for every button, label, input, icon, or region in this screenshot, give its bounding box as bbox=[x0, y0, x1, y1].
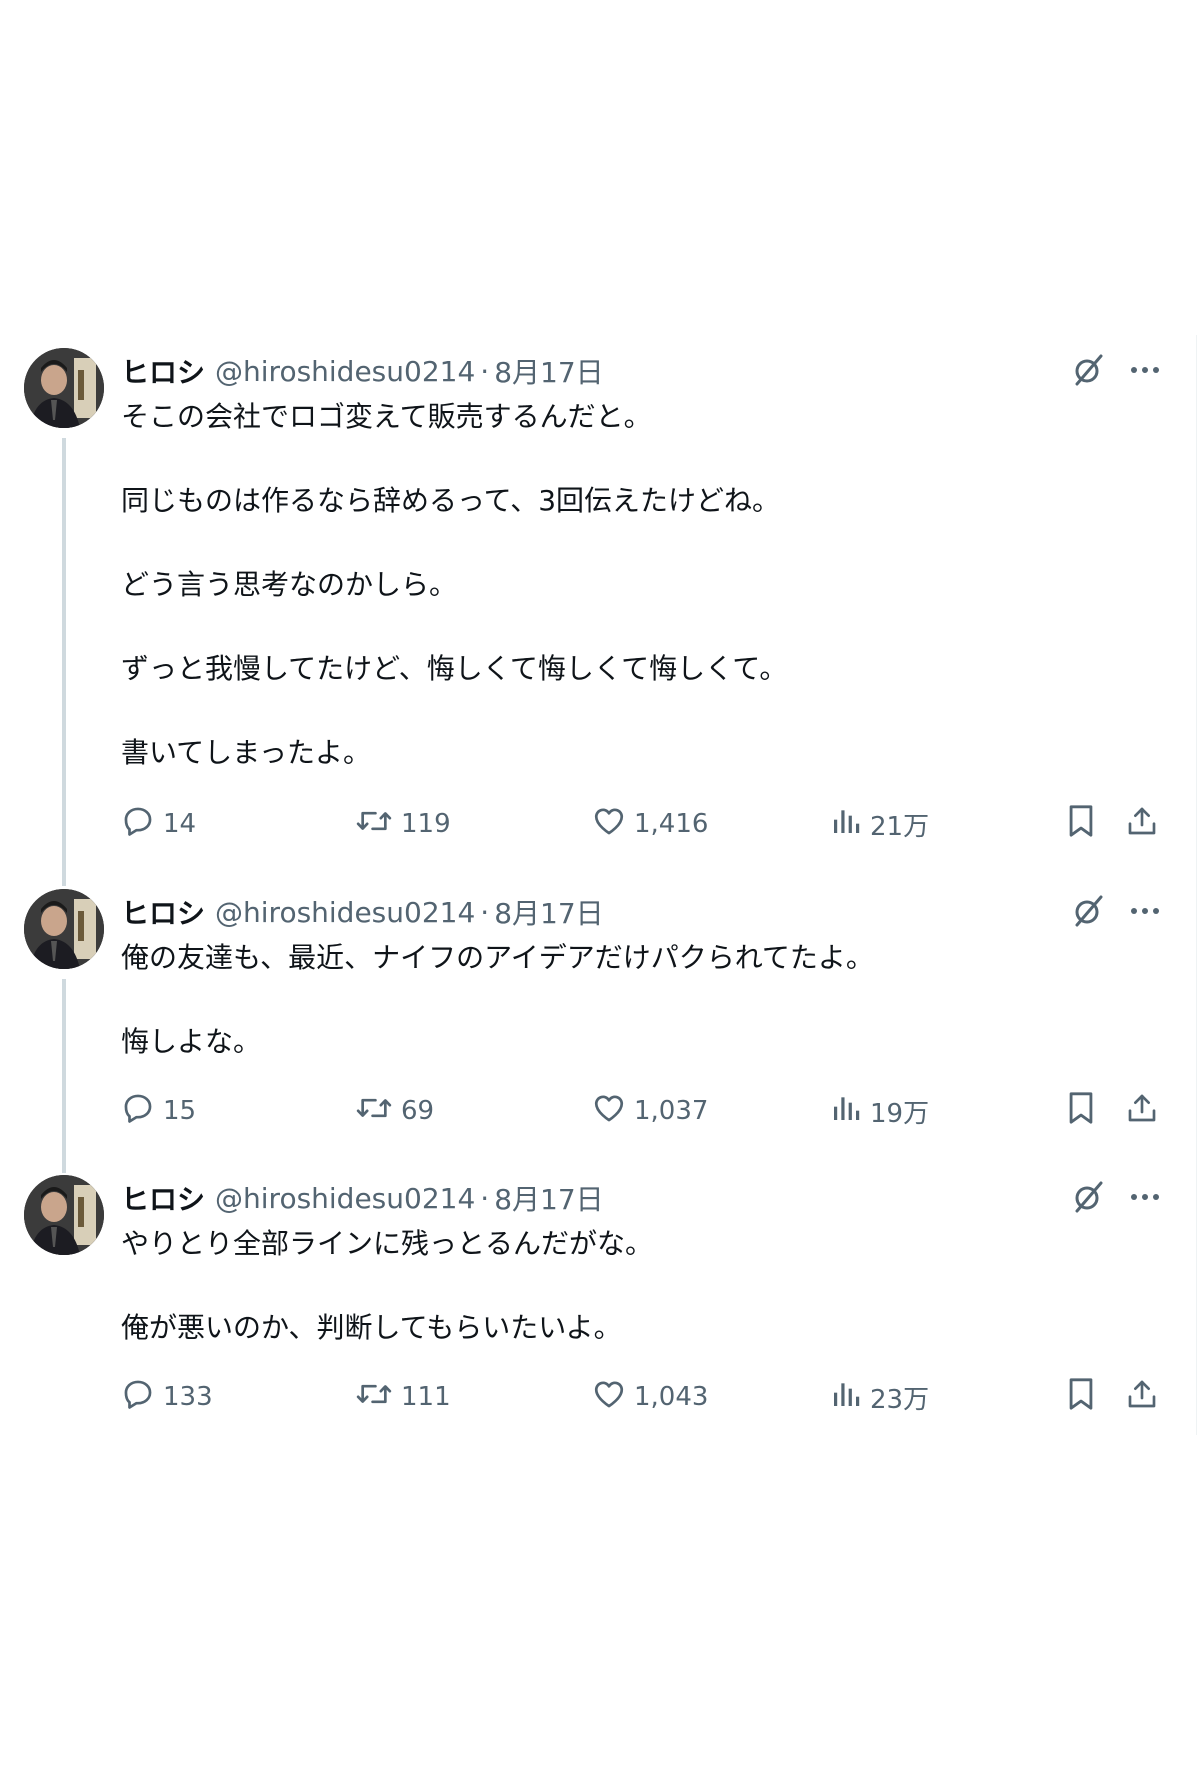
tweet-header: ヒロシ @hiroshidesu0214 · 8月17日 bbox=[121, 351, 604, 391]
like-icon bbox=[592, 804, 626, 845]
post-date[interactable]: 8月17日 bbox=[494, 351, 603, 391]
reply-icon bbox=[121, 1377, 155, 1418]
tweet-actions: 14 119 1,416 21万 bbox=[0, 804, 1196, 844]
like-button[interactable]: 1,416 bbox=[592, 804, 708, 844]
tweet-paragraph: 書いてしまったよ。 bbox=[121, 736, 372, 769]
grok-icon[interactable] bbox=[1070, 1179, 1106, 1215]
bookmark-icon bbox=[1066, 804, 1096, 845]
bookmark-button[interactable] bbox=[1066, 1377, 1096, 1417]
tweet-text: 俺の友達も、最近、ナイフのアイデアだけパクられてたよ。 悔しよな。 bbox=[121, 937, 1161, 1063]
separator: · bbox=[480, 1181, 490, 1215]
tweet-paragraph: 俺が悪いのか、判断してもらいたいよ。 bbox=[121, 1311, 622, 1344]
views-icon bbox=[830, 1092, 862, 1131]
like-icon bbox=[592, 1377, 626, 1418]
reply-count: 133 bbox=[163, 1382, 213, 1412]
like-count: 1,037 bbox=[634, 1096, 709, 1126]
views-count: 23万 bbox=[870, 1384, 930, 1415]
like-icon bbox=[592, 1091, 626, 1132]
tweet-paragraph: 悔しよな。 bbox=[121, 1025, 262, 1058]
views-count: 21万 bbox=[870, 811, 930, 842]
display-name[interactable]: ヒロシ bbox=[121, 1178, 205, 1218]
tweet-paragraph: ずっと我慢してたけど、悔しくて悔しくて悔しくて。 bbox=[121, 652, 788, 685]
user-handle[interactable]: @hiroshidesu0214 bbox=[215, 355, 475, 388]
tweet-top-actions bbox=[1070, 352, 1160, 388]
retweet-icon bbox=[355, 1091, 393, 1132]
user-handle[interactable]: @hiroshidesu0214 bbox=[215, 1182, 475, 1215]
tweet-header: ヒロシ @hiroshidesu0214 · 8月17日 bbox=[121, 1178, 604, 1218]
tweet-3: ヒロシ @hiroshidesu0214 · 8月17日 やりとり全部ラインに残… bbox=[0, 1175, 1196, 1425]
share-button[interactable] bbox=[1126, 1091, 1158, 1131]
retweet-button[interactable]: 69 bbox=[355, 1091, 434, 1131]
tweet-actions: 133 111 1,043 23万 bbox=[0, 1377, 1196, 1417]
tweet-actions: 15 69 1,037 19万 bbox=[0, 1091, 1196, 1131]
bookmark-icon bbox=[1066, 1377, 1096, 1418]
retweet-icon bbox=[355, 1377, 393, 1418]
grok-icon[interactable] bbox=[1070, 893, 1106, 929]
tweet-paragraph: やりとり全部ラインに残っとるんだがな。 bbox=[121, 1227, 654, 1260]
tweet-top-actions bbox=[1070, 1179, 1160, 1215]
more-icon[interactable] bbox=[1130, 365, 1160, 375]
display-name[interactable]: ヒロシ bbox=[121, 892, 205, 932]
separator: · bbox=[480, 354, 490, 388]
timeline-border bbox=[1196, 335, 1197, 1435]
retweet-button[interactable]: 111 bbox=[355, 1377, 451, 1417]
bookmark-button[interactable] bbox=[1066, 804, 1096, 844]
tweet-top-actions bbox=[1070, 893, 1160, 929]
tweet-paragraph: 同じものは作るなら辞めるって、3回伝えたけどね。 bbox=[121, 484, 781, 517]
retweet-count: 119 bbox=[401, 809, 451, 839]
views-button[interactable]: 23万 bbox=[830, 1377, 929, 1417]
views-count: 19万 bbox=[870, 1098, 930, 1129]
avatar[interactable] bbox=[24, 1175, 104, 1255]
share-button[interactable] bbox=[1126, 1377, 1158, 1417]
reply-button[interactable]: 133 bbox=[121, 1377, 213, 1417]
retweet-count: 111 bbox=[401, 1382, 451, 1412]
share-button[interactable] bbox=[1126, 804, 1158, 844]
tweet-1: ヒロシ @hiroshidesu0214 · 8月17日 そこの会社でロゴ変えて… bbox=[0, 348, 1196, 886]
views-button[interactable]: 19万 bbox=[830, 1091, 929, 1131]
tweet-text: やりとり全部ラインに残っとるんだがな。 俺が悪いのか、判断してもらいたいよ。 bbox=[121, 1223, 1161, 1349]
retweet-count: 69 bbox=[401, 1096, 435, 1126]
avatar[interactable] bbox=[24, 348, 104, 428]
reply-button[interactable]: 14 bbox=[121, 804, 196, 844]
share-icon bbox=[1126, 1377, 1158, 1418]
share-icon bbox=[1126, 1091, 1158, 1132]
retweet-icon bbox=[355, 804, 393, 845]
post-date[interactable]: 8月17日 bbox=[494, 1178, 603, 1218]
views-button[interactable]: 21万 bbox=[830, 804, 929, 844]
user-handle[interactable]: @hiroshidesu0214 bbox=[215, 896, 475, 929]
like-button[interactable]: 1,037 bbox=[592, 1091, 708, 1131]
reply-count: 15 bbox=[163, 1096, 197, 1126]
more-icon[interactable] bbox=[1130, 906, 1160, 916]
views-icon bbox=[830, 805, 862, 844]
reply-count: 14 bbox=[163, 809, 197, 839]
grok-icon[interactable] bbox=[1070, 352, 1106, 388]
thread-line bbox=[62, 979, 66, 1173]
tweet-paragraph: どう言う思考なのかしら。 bbox=[121, 568, 458, 601]
retweet-button[interactable]: 119 bbox=[355, 804, 451, 844]
separator: · bbox=[480, 895, 490, 929]
views-icon bbox=[830, 1378, 862, 1417]
reply-button[interactable]: 15 bbox=[121, 1091, 196, 1131]
reply-icon bbox=[121, 1091, 155, 1132]
display-name[interactable]: ヒロシ bbox=[121, 351, 205, 391]
reply-icon bbox=[121, 804, 155, 845]
tweet-paragraph: 俺の友達も、最近、ナイフのアイデアだけパクられてたよ。 bbox=[121, 941, 874, 974]
bookmark-button[interactable] bbox=[1066, 1091, 1096, 1131]
more-icon[interactable] bbox=[1130, 1192, 1160, 1202]
like-count: 1,416 bbox=[634, 809, 709, 839]
like-button[interactable]: 1,043 bbox=[592, 1377, 708, 1417]
avatar[interactable] bbox=[24, 889, 104, 969]
tweet-paragraph: そこの会社でロゴ変えて販売するんだと。 bbox=[121, 400, 652, 433]
bookmark-icon bbox=[1066, 1091, 1096, 1132]
tweet-2: ヒロシ @hiroshidesu0214 · 8月17日 俺の友達も、最近、ナイ… bbox=[0, 889, 1196, 1173]
tweet-header: ヒロシ @hiroshidesu0214 · 8月17日 bbox=[121, 892, 604, 932]
share-icon bbox=[1126, 804, 1158, 845]
like-count: 1,043 bbox=[634, 1382, 709, 1412]
tweet-text: そこの会社でロゴ変えて販売するんだと。 同じものは作るなら辞めるって、3回伝えた… bbox=[121, 396, 1161, 774]
post-date[interactable]: 8月17日 bbox=[494, 892, 603, 932]
